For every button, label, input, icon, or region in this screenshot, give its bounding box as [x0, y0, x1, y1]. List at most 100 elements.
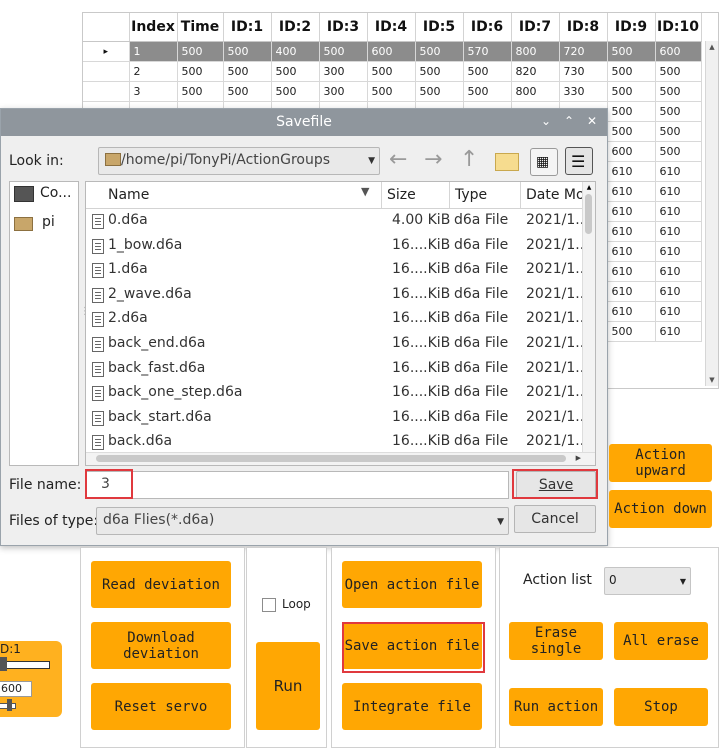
table-cell[interactable]: 500: [655, 61, 702, 82]
table-cell[interactable]: 1: [129, 41, 178, 62]
table-cell[interactable]: 500: [415, 81, 464, 102]
table-cell[interactable]: 500: [223, 81, 272, 102]
table-row[interactable]: ▸ 1 500 500 400 500 600 500 570 800 720 500 600: [83, 41, 702, 62]
table-cell[interactable]: 300: [319, 81, 368, 102]
file-row[interactable]: 1_bow.d6a 16....KiB d6a File 2021/1...: [86, 234, 589, 258]
read-deviation-button[interactable]: Read deviation: [91, 561, 231, 608]
column-header[interactable]: ID:2: [271, 13, 320, 42]
dialog-titlebar[interactable]: Savefile ⌄ ⌃ ✕: [1, 109, 607, 136]
table-cell[interactable]: 610: [607, 181, 656, 202]
table-cell[interactable]: 3: [129, 81, 178, 102]
column-header[interactable]: ID:1: [223, 13, 272, 42]
table-cell[interactable]: 500: [655, 121, 702, 142]
table-cell[interactable]: 500: [607, 81, 656, 102]
table-cell[interactable]: 500: [607, 321, 656, 342]
action-down-button[interactable]: Action down: [609, 490, 712, 528]
table-cell[interactable]: 610: [655, 201, 702, 222]
action-upward-button[interactable]: Action upward: [609, 444, 712, 482]
table-cell[interactable]: 500: [367, 61, 416, 82]
column-header[interactable]: ID:5: [415, 13, 464, 42]
servo-slider[interactable]: [0, 657, 50, 671]
column-header[interactable]: ID:3: [319, 13, 368, 42]
table-row[interactable]: 2 500 500 500 300 500 500 500 820 730 500 500: [83, 61, 702, 82]
table-cell[interactable]: 610: [655, 241, 702, 262]
table-cell[interactable]: 500: [367, 81, 416, 102]
table-cell[interactable]: 800: [511, 41, 560, 62]
table-cell[interactable]: 500: [415, 61, 464, 82]
table-cell[interactable]: 500: [607, 121, 656, 142]
action-list-select[interactable]: 0 ▼: [604, 567, 691, 595]
table-cell[interactable]: 800: [511, 81, 560, 102]
parent-folder-icon[interactable]: ↑: [460, 149, 478, 171]
table-cell[interactable]: 500: [319, 41, 368, 62]
stop-button[interactable]: Stop: [614, 688, 708, 726]
table-cell[interactable]: 610: [655, 181, 702, 202]
file-list-vscroll[interactable]: ▲: [582, 182, 595, 452]
table-cell[interactable]: 500: [177, 41, 224, 62]
scroll-thumb[interactable]: [96, 455, 566, 462]
file-row[interactable]: 0.d6a 4.00 KiB d6a File 2021/1...: [86, 209, 589, 233]
file-row[interactable]: 2_wave.d6a 16....KiB d6a File 2021/1...: [86, 283, 589, 307]
scroll-up-icon[interactable]: ▲: [706, 43, 718, 51]
minimize-icon[interactable]: ⌄: [541, 114, 551, 128]
table-cell[interactable]: 610: [607, 261, 656, 282]
table-cell[interactable]: 500: [655, 81, 702, 102]
column-header[interactable]: ID:4: [367, 13, 416, 42]
table-cell[interactable]: 600: [655, 41, 702, 62]
file-list[interactable]: Name ▼ Size Type Date Mo 0.d6a 4.00 KiB d6…: [85, 181, 596, 466]
all-erase-button[interactable]: All erase: [614, 622, 708, 660]
maximize-icon[interactable]: ⌃: [564, 114, 574, 128]
loop-checkbox[interactable]: [262, 598, 276, 612]
table-cell[interactable]: 720: [559, 41, 608, 62]
column-type[interactable]: Type: [455, 187, 487, 203]
column-name[interactable]: Name: [108, 187, 149, 203]
detail-view-button[interactable]: ☰: [565, 147, 593, 175]
table-cell[interactable]: 330: [559, 81, 608, 102]
column-header[interactable]: ID:8: [559, 13, 608, 42]
scroll-thumb[interactable]: [585, 194, 592, 234]
table-cell[interactable]: 500: [223, 61, 272, 82]
table-cell[interactable]: 500: [463, 81, 512, 102]
table-cell[interactable]: 610: [607, 301, 656, 322]
file-row[interactable]: back.d6a 16....KiB d6a File 2021/1...: [86, 430, 589, 454]
table-cell[interactable]: 400: [271, 41, 320, 62]
table-cell[interactable]: 610: [607, 221, 656, 242]
scroll-right-icon[interactable]: ▶: [576, 454, 581, 462]
table-cell[interactable]: 300: [319, 61, 368, 82]
list-view-button[interactable]: ▦: [530, 148, 558, 176]
table-cell[interactable]: 610: [655, 301, 702, 322]
table-cell[interactable]: 500: [271, 61, 320, 82]
table-cell[interactable]: 610: [655, 281, 702, 302]
file-name-input-box[interactable]: [85, 471, 509, 499]
table-cell[interactable]: 570: [463, 41, 512, 62]
table-cell[interactable]: 610: [655, 161, 702, 182]
row-indicator[interactable]: [83, 81, 130, 102]
file-row[interactable]: back_start.d6a 16....KiB d6a File 2021/1...: [86, 406, 589, 430]
table-cell[interactable]: 500: [607, 41, 656, 62]
column-header[interactable]: ID:6: [463, 13, 512, 42]
table-cell[interactable]: 500: [223, 41, 272, 62]
table-cell[interactable]: 610: [607, 161, 656, 182]
file-name-field[interactable]: 3: [101, 476, 110, 492]
table-cell[interactable]: 500: [655, 101, 702, 122]
column-header[interactable]: Time: [177, 13, 224, 42]
slider-handle[interactable]: [0, 657, 7, 671]
scroll-up-icon[interactable]: ▲: [583, 184, 595, 191]
look-in-combo[interactable]: /home/pi/TonyPi/ActionGroups ▼: [98, 147, 380, 175]
file-row[interactable]: back_fast.d6a 16....KiB d6a File 2021/1...: [86, 357, 589, 381]
table-cell[interactable]: 610: [655, 221, 702, 242]
column-header[interactable]: Index: [129, 13, 178, 42]
table-cell[interactable]: 610: [655, 261, 702, 282]
column-date[interactable]: Date Mo: [526, 187, 585, 203]
table-cell[interactable]: 500: [655, 141, 702, 162]
table-cell[interactable]: 2: [129, 61, 178, 82]
servo-value-input[interactable]: 600: [0, 681, 32, 697]
cancel-button[interactable]: Cancel: [514, 505, 596, 533]
back-arrow-icon[interactable]: ←: [389, 149, 407, 171]
table-cell[interactable]: 500: [271, 81, 320, 102]
table-cell[interactable]: 500: [607, 61, 656, 82]
download-deviation-button[interactable]: Download deviation: [91, 622, 231, 669]
table-cell[interactable]: 610: [655, 321, 702, 342]
column-size[interactable]: Size: [387, 187, 416, 203]
file-list-hscroll[interactable]: ▶: [86, 452, 595, 465]
